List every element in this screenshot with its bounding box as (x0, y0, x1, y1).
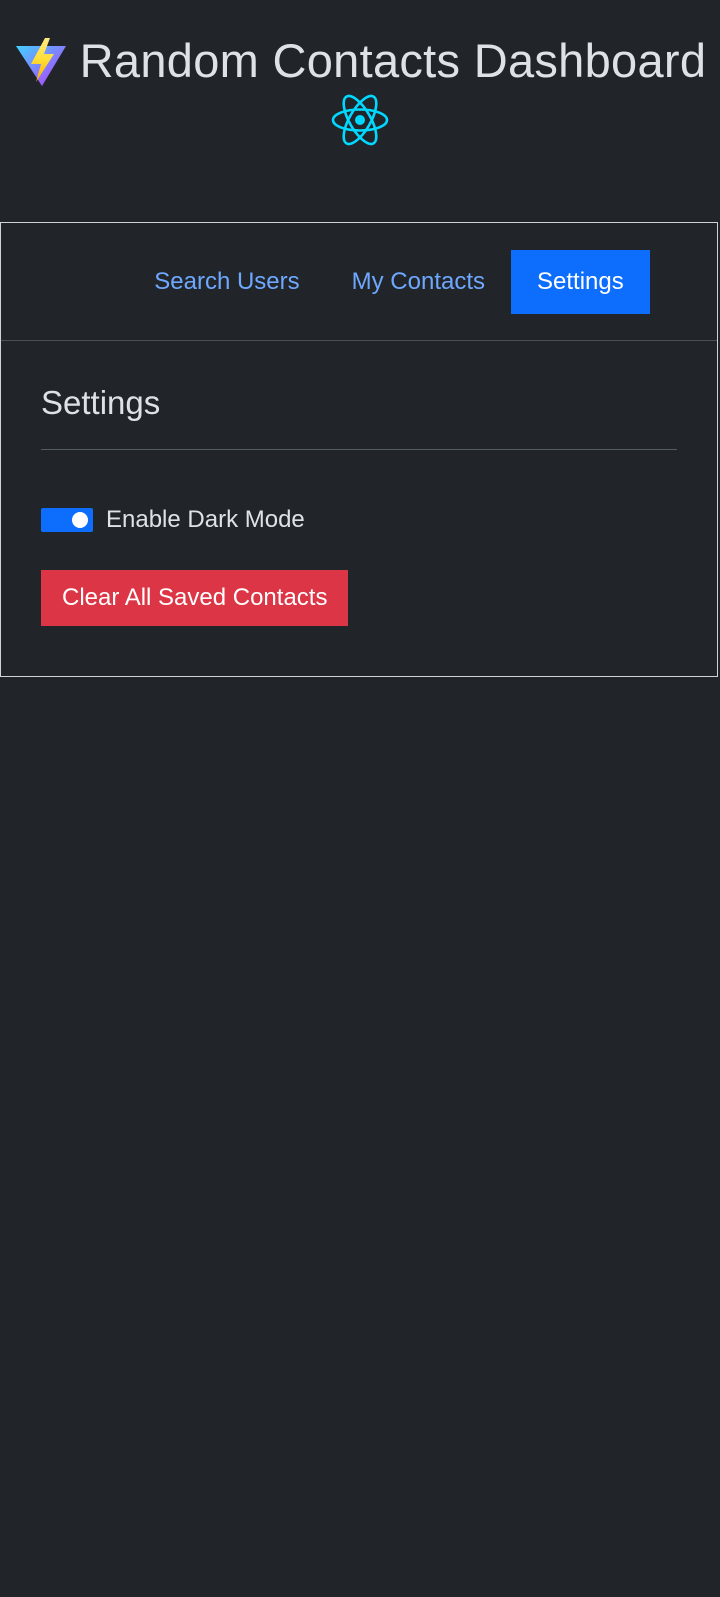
divider (41, 449, 677, 450)
toggle-knob (72, 512, 88, 528)
settings-title: Settings (41, 384, 161, 421)
title-row: Random Contacts Dashboard (0, 30, 720, 90)
app-title: Random Contacts Dashboard (79, 33, 707, 87)
settings-panel: Settings Enable Dark Mode Clear All Save… (1, 381, 717, 626)
tab-settings[interactable]: Settings (511, 249, 650, 314)
nav-tabs: Search Users My Contacts Settings (1, 223, 717, 341)
app-header: Random Contacts Dashboard (0, 0, 720, 220)
main-card: Search Users My Contacts Settings Settin… (0, 222, 718, 677)
react-logo-icon (331, 94, 389, 146)
dark-mode-toggle[interactable] (41, 508, 93, 532)
tab-search-users[interactable]: Search Users (128, 250, 325, 314)
dark-mode-label[interactable]: Enable Dark Mode (106, 506, 305, 534)
vite-logo-icon (15, 38, 66, 86)
dark-mode-row: Enable Dark Mode (41, 506, 677, 534)
tab-my-contacts[interactable]: My Contacts (326, 250, 511, 314)
clear-contacts-button[interactable]: Clear All Saved Contacts (41, 570, 349, 626)
